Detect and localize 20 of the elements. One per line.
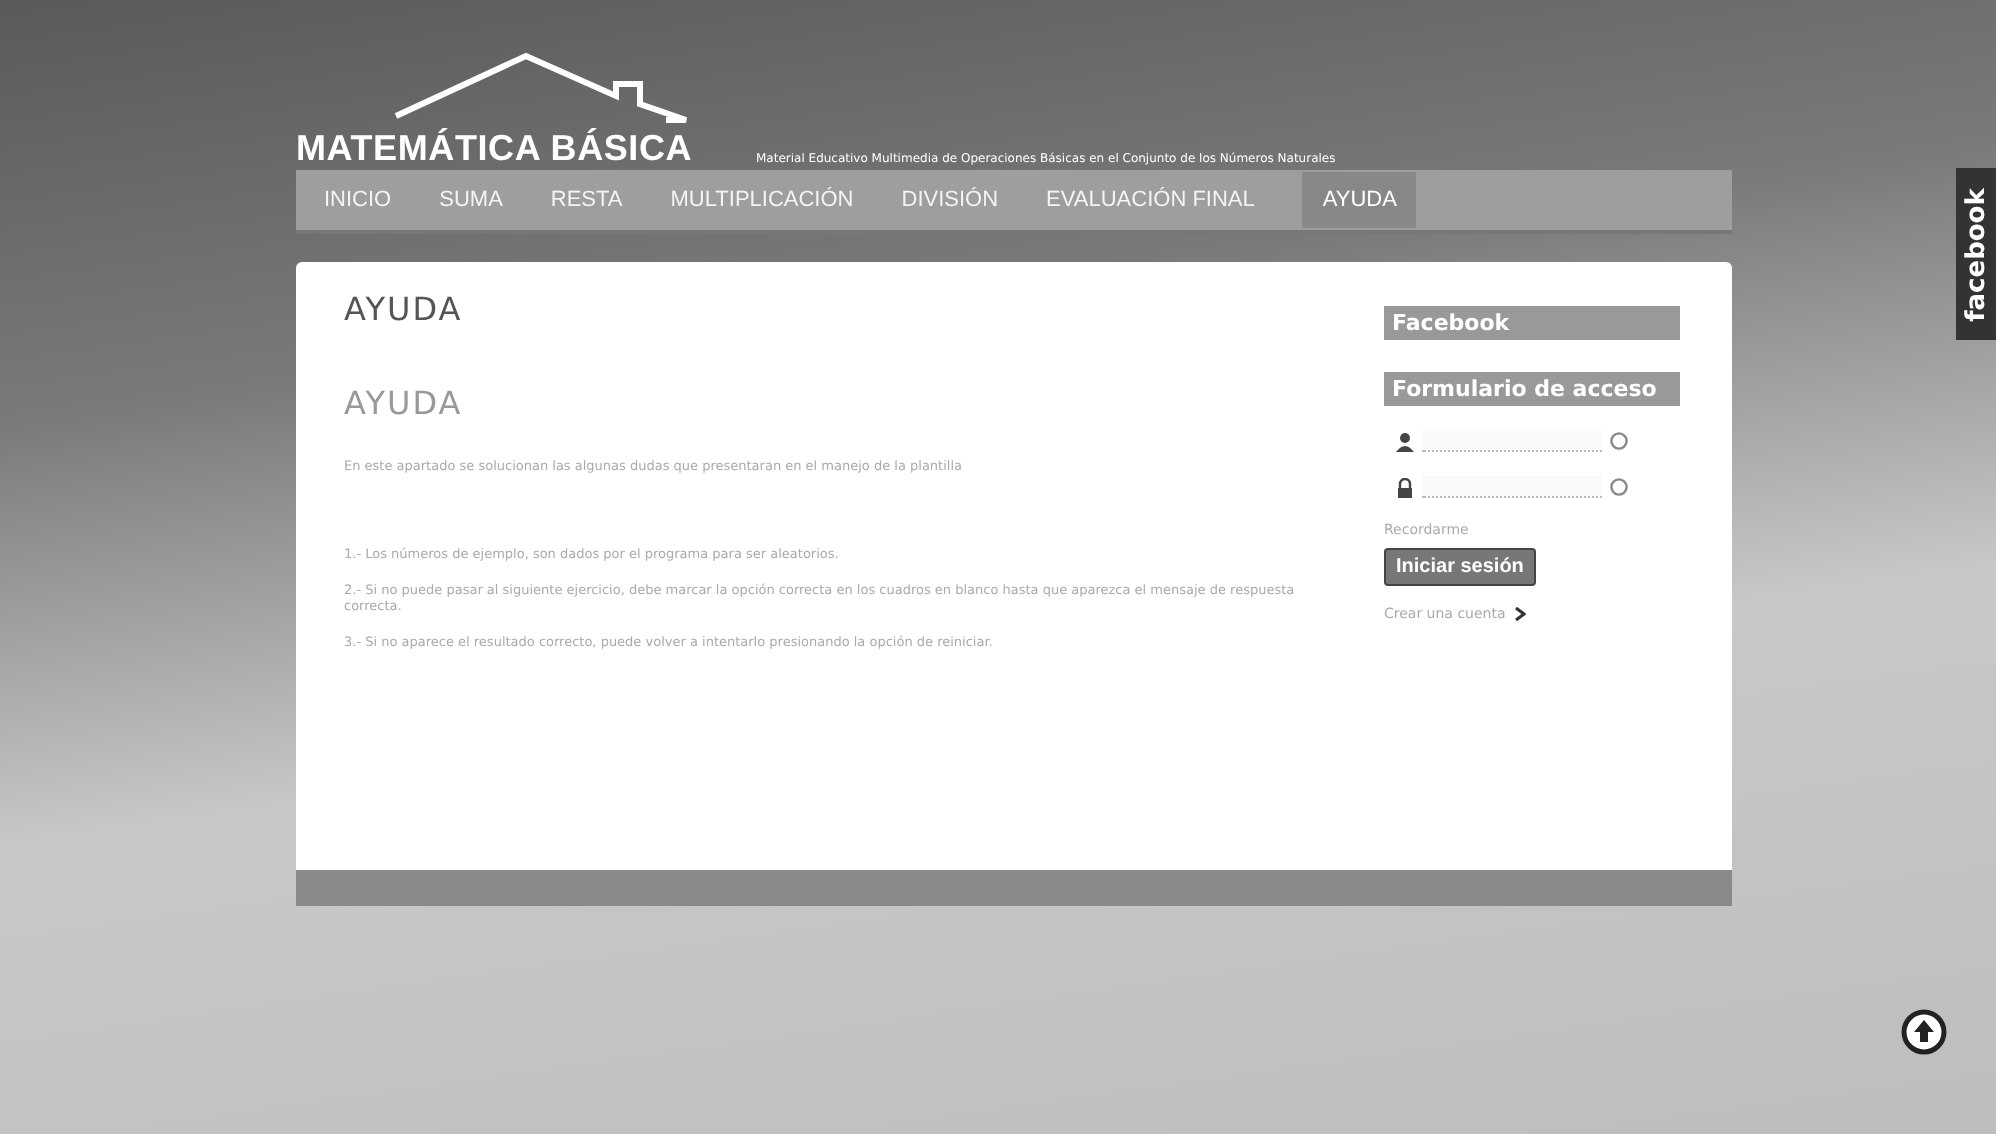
site-logo[interactable]: MATEMÁTICA BÁSICA: [296, 128, 736, 170]
nav-item[interactable]: DIVISIÓN: [901, 188, 1027, 212]
chevron-icon: [1513, 606, 1526, 622]
nav-item[interactable]: MULTIPLICACIÓN: [670, 188, 882, 212]
article-heading: AYUDA: [344, 384, 465, 422]
scroll-top-icon[interactable]: [1900, 1008, 1948, 1056]
username-field[interactable]: [1422, 430, 1602, 452]
module-title: Formulario de acceso: [1384, 372, 1680, 406]
facebook-tab[interactable]: facebook: [1956, 168, 1996, 340]
login-button[interactable]: Iniciar sesión: [1384, 548, 1536, 586]
lock-icon: [1396, 477, 1414, 497]
nav-item[interactable]: SUMA: [439, 188, 531, 212]
nav-item[interactable]: AYUDA: [1302, 172, 1417, 228]
user-icon: [1396, 431, 1414, 451]
page-title: AYUDA: [344, 290, 465, 328]
module-title: Facebook: [1384, 306, 1680, 340]
password-field[interactable]: [1422, 476, 1602, 498]
nav-item[interactable]: INICIO: [324, 188, 420, 212]
nav-item[interactable]: RESTA: [550, 188, 651, 212]
nav-item[interactable]: EVALUACIÓN FINAL: [1046, 188, 1283, 212]
